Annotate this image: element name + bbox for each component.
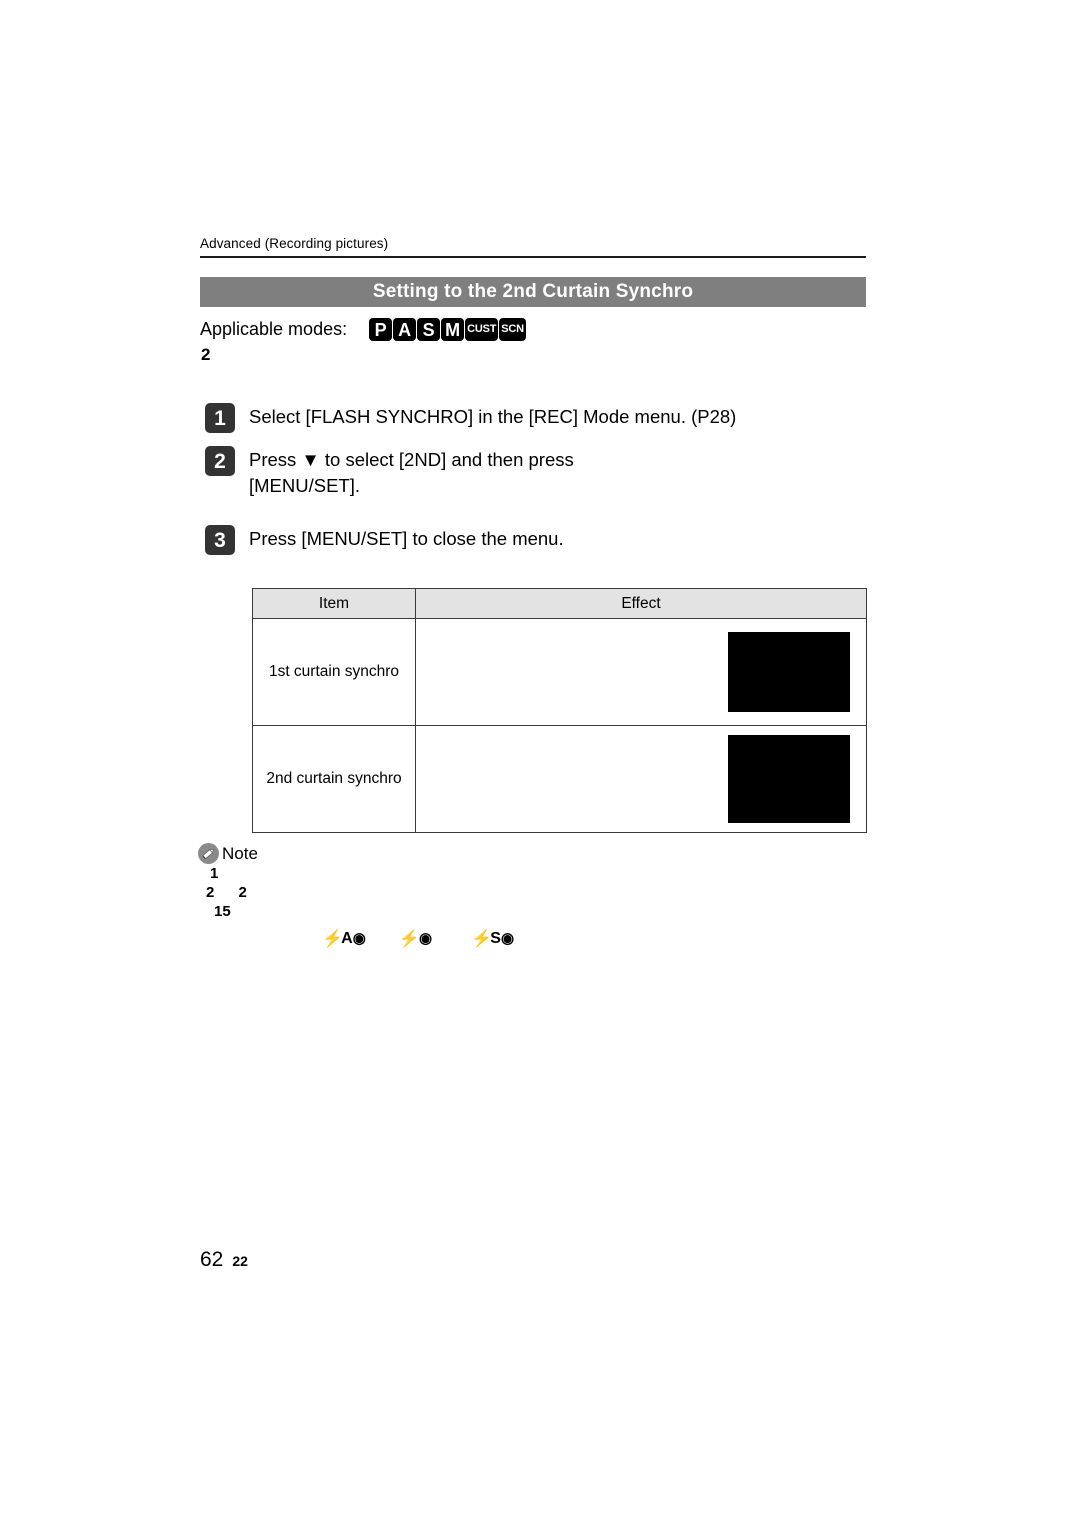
page-title: Setting to the 2nd Curtain Synchro [372, 281, 694, 302]
photo-placeholder-2nd-curtain [728, 735, 850, 823]
mode-badge-p: P [369, 318, 393, 341]
step-number-badge: 3 [205, 525, 235, 555]
chapter-marker: 2 [201, 345, 211, 364]
note-header: Note [198, 843, 258, 864]
flash-mode-letter: A [341, 929, 353, 947]
step-text: Press [MENU/SET] to close the menu. [249, 528, 564, 549]
table-cell-item: 2nd curtain synchro [252, 725, 416, 833]
mode-badge-cust: CUST [465, 318, 499, 341]
note-line: 2 2 [206, 884, 257, 901]
pencil-icon [198, 843, 219, 864]
applicable-modes-row: Applicable modes: P A S M CUST SCN [200, 318, 526, 341]
effect-image-wrap [728, 619, 850, 725]
flash-auto-redeye-icon: ⚡ A ◉ [322, 929, 366, 948]
note-label: Note [222, 843, 258, 863]
mode-badge-scn: SCN [499, 318, 526, 341]
table-row: 1st curtain synchro [252, 618, 867, 726]
running-head: Advanced (Recording pictures) [200, 236, 389, 251]
curtain-synchro-table: Item Effect 1st curtain synchro 2nd curt… [252, 588, 867, 833]
table-cell-item: 1st curtain synchro [252, 618, 416, 726]
manual-page: Advanced (Recording pictures) Setting to… [0, 0, 1080, 1526]
flash-bolt-glyph: ⚡ [471, 929, 492, 948]
mode-badge-m: M [441, 318, 465, 341]
step-text: Select [FLASH SYNCHRO] in the [REC] Mode… [249, 406, 737, 427]
note-body: 1 2 2 15 [206, 864, 257, 921]
page-footer: 62 22 [200, 1248, 248, 1272]
redeye-glyph: ◉ [352, 930, 366, 947]
table-header-row: Item Effect [252, 588, 867, 619]
note-line: 15 [214, 903, 231, 920]
flash-bolt-glyph: ⚡ [398, 929, 420, 948]
step-list: 1 Select [FLASH SYNCHRO] in the [REC] Mo… [205, 403, 875, 568]
table-row: 2nd curtain synchro [252, 725, 867, 833]
table-header-effect: Effect [415, 588, 867, 619]
flash-on-redeye-icon: ⚡ ◉ [398, 929, 432, 948]
flash-mode-letter: S [490, 929, 501, 947]
table-cell-effect [415, 618, 867, 726]
section-banner: Setting to the 2nd Curtain Synchro [200, 277, 866, 307]
table-cell-effect [415, 725, 867, 833]
page-number: 62 [200, 1248, 224, 1271]
effect-image-wrap [728, 726, 850, 832]
flash-bolt-glyph: ⚡ [322, 929, 343, 948]
flash-mode-icon-row: ⚡ A ◉ ⚡ ◉ ⚡ S ◉ [322, 929, 514, 948]
step-item: 2 Press ▼ to select [2ND] and then press… [205, 446, 875, 499]
redeye-glyph: ◉ [419, 930, 432, 947]
step-number-badge: 1 [205, 403, 235, 433]
note-line: 1 [210, 865, 219, 882]
step-text: Press ▼ to select [2ND] and then press [… [249, 449, 574, 496]
redeye-glyph: ◉ [500, 930, 514, 947]
page-number-sub: 22 [232, 1253, 248, 1269]
step-item: 1 Select [FLASH SYNCHRO] in the [REC] Mo… [205, 403, 875, 433]
photo-placeholder-1st-curtain [728, 632, 850, 712]
mode-badge-a: A [393, 318, 417, 341]
mode-badge-s: S [417, 318, 441, 341]
applicable-modes-label: Applicable modes: [200, 319, 348, 339]
header-divider [200, 256, 866, 258]
table-header-item: Item [252, 588, 416, 619]
mode-badge-list: P A S M CUST SCN [369, 318, 526, 341]
step-number-badge: 2 [205, 446, 235, 476]
step-item: 3 Press [MENU/SET] to close the menu. [205, 525, 875, 555]
flash-slow-sync-redeye-icon: ⚡ S ◉ [471, 929, 514, 948]
